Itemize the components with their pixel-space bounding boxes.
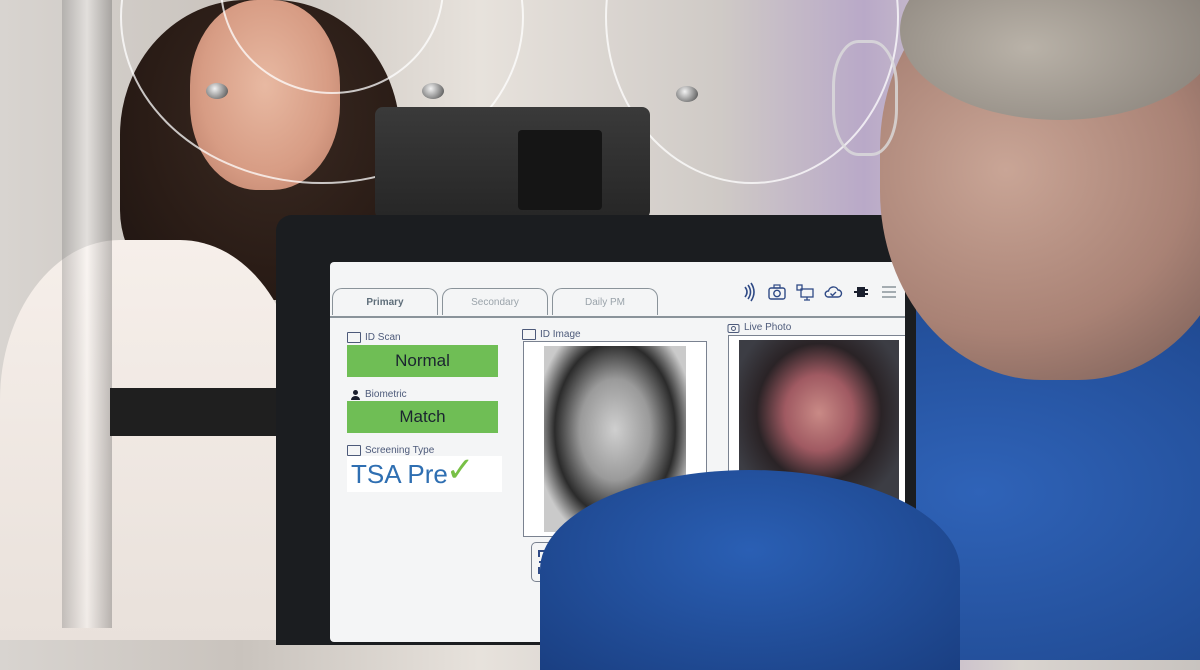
tab-secondary[interactable]: Secondary — [442, 288, 548, 315]
plexiglass-edge — [62, 0, 112, 628]
officer-glasses — [832, 40, 898, 156]
power-plug-icon[interactable] — [851, 282, 871, 302]
network-icon[interactable] — [795, 282, 815, 302]
tsa-precheck-logo: TSA Pre ✓ — [347, 451, 502, 492]
bolt — [422, 83, 444, 99]
tab-divider — [330, 316, 905, 318]
id-image-label: ID Image — [522, 329, 581, 340]
menu-icon[interactable] — [879, 282, 899, 302]
screening-type-label: Screening Type — [347, 445, 434, 456]
bolt — [676, 86, 698, 102]
camera-icon — [727, 324, 740, 333]
camera-lens — [518, 130, 602, 210]
photo-scene: Primary Secondary Daily PM ID Scan Norma… — [0, 0, 1200, 670]
cloud-check-icon[interactable] — [823, 282, 843, 302]
tab-primary[interactable]: Primary — [332, 288, 438, 315]
live-photo-label: Live Photo — [727, 322, 791, 333]
bolt — [206, 83, 228, 99]
tab-bar: Primary Secondary Daily PM — [332, 288, 658, 315]
id-scan-label: ID Scan — [347, 332, 401, 343]
wireless-icon[interactable] — [739, 282, 759, 302]
id-card-icon — [347, 332, 361, 343]
traveler-shirt — [0, 240, 300, 640]
barrier-rail — [110, 388, 290, 436]
status-toolbar — [739, 282, 899, 302]
checkmark-icon: ✓ — [445, 451, 475, 489]
id-scan-status: Normal — [347, 345, 498, 377]
person-icon — [351, 390, 360, 400]
id-card-icon — [347, 445, 361, 456]
biometric-label: Biometric — [350, 389, 407, 400]
camera-unit — [375, 107, 650, 219]
biometric-status: Match — [347, 401, 498, 433]
officer-shoulder — [540, 470, 960, 670]
id-card-icon — [522, 329, 536, 340]
camera-icon[interactable] — [767, 282, 787, 302]
tab-daily-pm[interactable]: Daily PM — [552, 288, 658, 315]
